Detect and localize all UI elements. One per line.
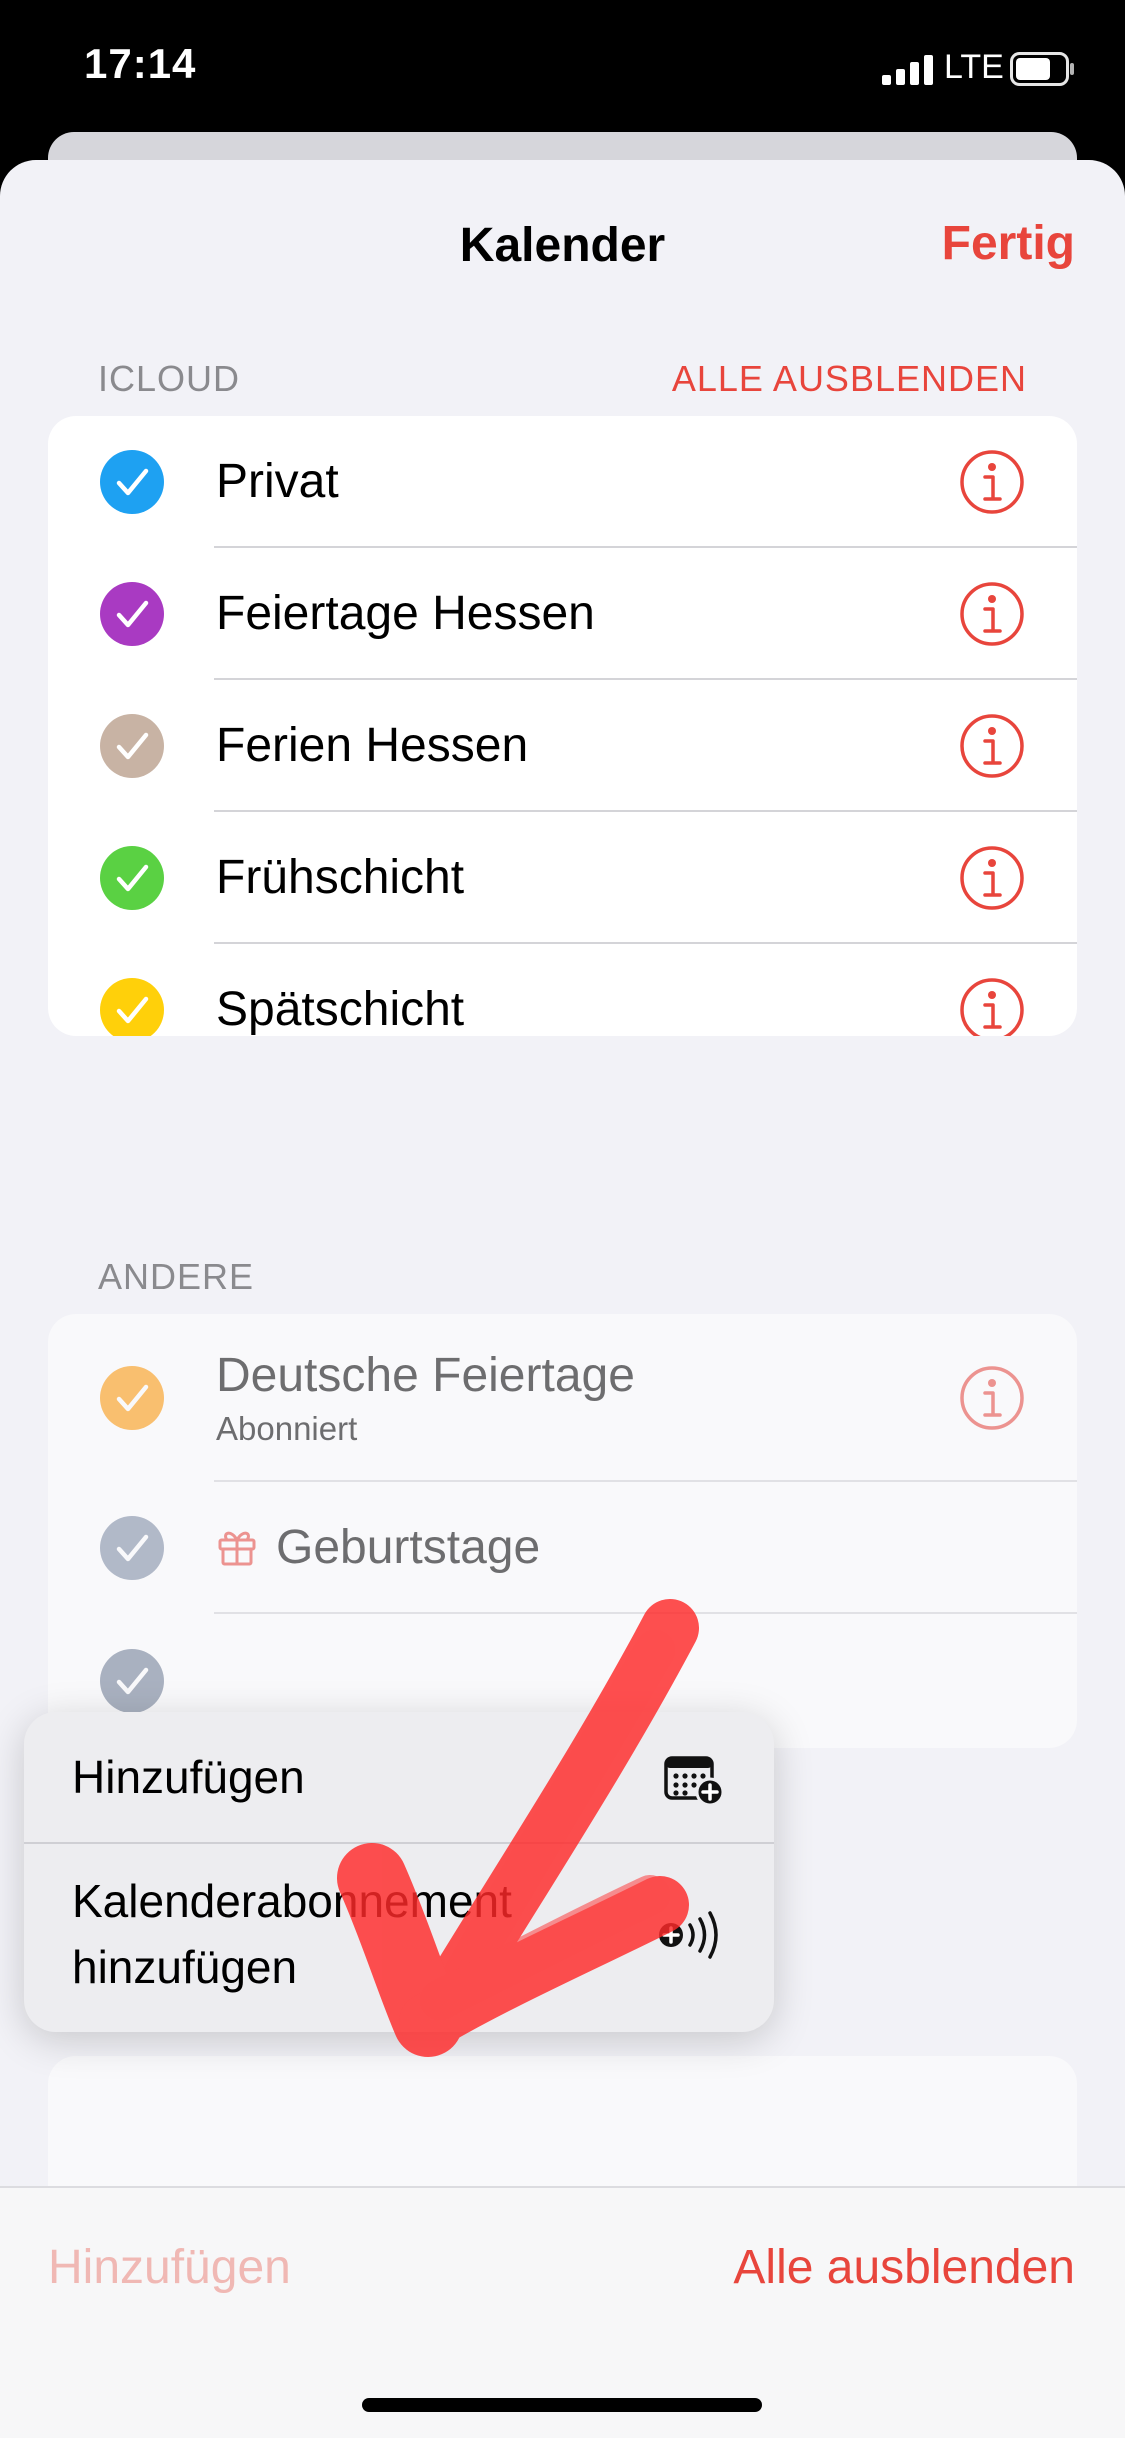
calendar-name-text: Spätschicht — [216, 983, 465, 1036]
status-time: 17:14 — [84, 40, 197, 87]
calendar-add-icon — [664, 1756, 725, 1806]
calendar-name: Ferien Hessen — [216, 718, 528, 773]
calendar-sheet: Kalender Fertig ICLOUD ALLE AUSBLENDEN P… — [0, 160, 1125, 2436]
calendar-checkmark-icon[interactable] — [100, 450, 164, 514]
section-header-andere: ANDERE — [98, 1256, 255, 1297]
signal-icon — [882, 55, 933, 85]
subscribe-icon — [659, 1911, 718, 1959]
info-icon[interactable] — [958, 580, 1026, 648]
calendar-checkmark-icon[interactable] — [100, 846, 164, 910]
menu-item-subscribe[interactable]: Kalenderabonnement hinzufügen — [24, 1844, 774, 2032]
info-icon[interactable] — [958, 844, 1026, 912]
done-button[interactable]: Fertig — [942, 216, 1075, 271]
calendar-name: Frühschicht — [216, 850, 464, 905]
status-bar: 17:14 LTE — [0, 0, 1125, 140]
calendar-name-text: Feiertage Hessen — [216, 587, 595, 640]
menu-item-add-label: Hinzufügen — [72, 1751, 305, 1803]
calendar-name: Feiertage Hessen — [216, 586, 595, 641]
calendar-name-text: Ferien Hessen — [216, 719, 529, 772]
home-indicator — [362, 2398, 762, 2412]
calendar-row[interactable]: Privat — [48, 416, 1077, 548]
calendar-name-text: Frühschicht — [216, 851, 465, 904]
add-menu: Hinzufügen Kalenderabonnement hinzufügen — [24, 1712, 774, 2032]
hide-all-button[interactable]: Alle ausblenden — [733, 2240, 1075, 2295]
calendar-row[interactable]: Feiertage Hessen — [48, 548, 1077, 680]
info-icon[interactable] — [958, 712, 1026, 780]
calendar-checkmark-icon[interactable] — [100, 582, 164, 646]
calendar-checkmark-icon[interactable] — [100, 978, 164, 1036]
icloud-calendar-list: Privat Feiertage Hessen Ferien Hessen Frühs… — [48, 416, 1077, 1036]
section-header-icloud: ICLOUD — [98, 358, 241, 399]
calendar-row[interactable]: Frühschicht — [48, 812, 1077, 944]
calendar-checkmark-icon[interactable] — [100, 714, 164, 778]
calendar-name-text: Privat — [216, 455, 339, 508]
calendar-name: Privat — [216, 454, 339, 509]
add-calendar-button[interactable]: Hinzufügen — [48, 2240, 291, 2295]
hide-all-icloud-button[interactable]: ALLE AUSBLENDEN — [672, 358, 1027, 400]
info-icon[interactable] — [958, 976, 1026, 1036]
menu-item-add[interactable]: Hinzufügen — [24, 1712, 774, 1842]
calendar-row[interactable]: Ferien Hessen — [48, 680, 1077, 812]
calendar-row[interactable]: Spätschicht — [48, 944, 1077, 1036]
calendar-name: Spätschicht — [216, 982, 464, 1036]
network-label: LTE — [944, 48, 1004, 86]
menu-item-subscribe-label: Kalenderabonnement hinzufügen — [72, 1875, 512, 1993]
battery-icon — [1010, 52, 1074, 86]
info-icon[interactable] — [958, 448, 1026, 516]
